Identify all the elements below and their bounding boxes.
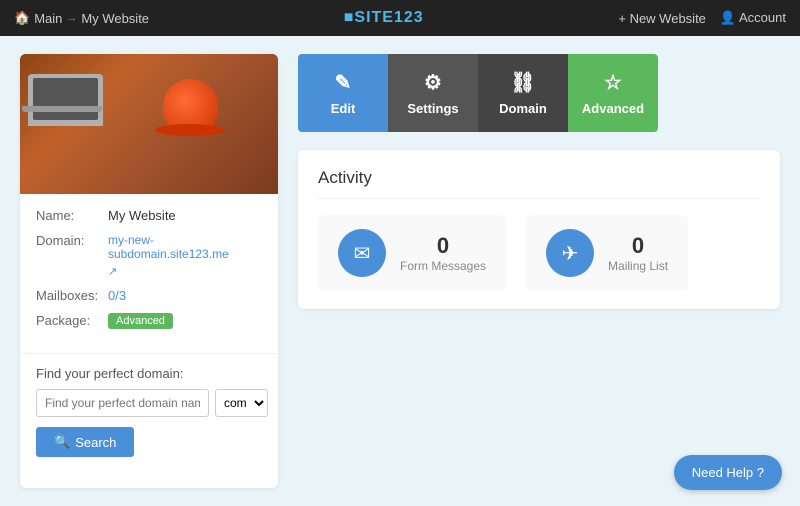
settings-label: Settings (407, 101, 458, 116)
help-button[interactable]: Need Help ? (674, 455, 782, 490)
name-value: My Website (108, 208, 176, 223)
edit-icon: ✎ (335, 70, 352, 95)
domain-icon: ⛓ (510, 70, 535, 95)
mailing-list-icon: ✈ (546, 229, 594, 277)
domain-label: Domain (499, 101, 547, 116)
form-messages-count: 0 (437, 233, 449, 259)
main-content: Name: My Website Domain: my-new-subdomai… (0, 36, 800, 506)
activity-title: Activity (318, 168, 760, 199)
logo-text: SITE123 (354, 9, 423, 26)
mailboxes-label: Mailboxes: (36, 288, 108, 303)
name-row: Name: My Website (36, 208, 262, 223)
domain-search-button[interactable]: 🔍 Search (36, 427, 134, 457)
laptop-shape (28, 74, 103, 126)
domain-button[interactable]: ⛓ Domain (478, 54, 568, 132)
activity-section: Activity ✉ 0 Form Messages ✈ 0 Mailing L… (298, 150, 780, 309)
account-link[interactable]: 👤 Account (720, 10, 786, 26)
account-label: Account (739, 10, 786, 25)
nav-left: 🏠 Main → My Website (14, 10, 149, 26)
domain-search-input[interactable] (36, 389, 209, 417)
search-button-label: Search (75, 435, 116, 450)
mailboxes-row: Mailboxes: 0/3 (36, 288, 262, 303)
advanced-label: Advanced (582, 101, 644, 116)
mailing-list-count: 0 (632, 233, 644, 259)
edit-button[interactable]: ✎ Edit (298, 54, 388, 132)
form-messages-icon: ✉ (338, 229, 386, 277)
action-buttons: ✎ Edit ⚙ Settings ⛓ Domain ☆ Advanced (298, 54, 780, 132)
domain-link[interactable]: my-new-subdomain.site123.me ↗ (108, 233, 262, 278)
package-row: Package: Advanced (36, 313, 262, 329)
edit-label: Edit (331, 101, 356, 116)
domain-row: Domain: my-new-subdomain.site123.me ↗ (36, 233, 262, 278)
package-badge: Advanced (108, 313, 173, 329)
mailing-list-card: ✈ 0 Mailing List (526, 215, 688, 291)
right-panel: ✎ Edit ⚙ Settings ⛓ Domain ☆ Advanced Ac… (298, 54, 780, 488)
mailing-list-info: 0 Mailing List (608, 233, 668, 273)
nav-main-link[interactable]: Main (34, 11, 62, 26)
activity-cards: ✉ 0 Form Messages ✈ 0 Mailing List (318, 215, 760, 291)
laptop-base (22, 106, 102, 112)
form-messages-info: 0 Form Messages (400, 233, 486, 273)
coffee-saucer (155, 124, 225, 136)
form-messages-card: ✉ 0 Form Messages (318, 215, 506, 291)
laptop-screen (33, 78, 98, 120)
domain-search-section: Find your perfect domain: com net org 🔍 … (20, 353, 278, 469)
new-website-link[interactable]: + New Website (618, 11, 706, 26)
domain-tld-select[interactable]: com net org (215, 389, 268, 417)
account-icon: 👤 (720, 10, 736, 25)
form-messages-label: Form Messages (400, 259, 486, 273)
domain-search-label: Find your perfect domain: (36, 366, 262, 381)
name-label: Name: (36, 208, 108, 223)
logo-icon: ■ (344, 9, 355, 26)
left-panel: Name: My Website Domain: my-new-subdomai… (20, 54, 278, 488)
thumbnail-bg (20, 54, 278, 194)
domain-search-row: com net org (36, 389, 262, 417)
site-thumbnail (20, 54, 278, 194)
mailboxes-value[interactable]: 0/3 (108, 288, 126, 303)
settings-button[interactable]: ⚙ Settings (388, 54, 478, 132)
site-info: Name: My Website Domain: my-new-subdomai… (20, 194, 278, 353)
top-nav: 🏠 Main → My Website ■SITE123 + New Websi… (0, 0, 800, 36)
nav-mywebsite-link[interactable]: My Website (81, 11, 149, 26)
nav-arrow-1: → (66, 12, 77, 24)
mailing-list-label: Mailing List (608, 259, 668, 273)
home-icon: 🏠 (14, 10, 30, 26)
nav-right: + New Website 👤 Account (618, 10, 786, 26)
site-logo: ■SITE123 (344, 9, 424, 27)
external-link-icon: ↗ (108, 265, 117, 278)
settings-icon: ⚙ (424, 70, 442, 95)
advanced-button[interactable]: ☆ Advanced (568, 54, 658, 132)
domain-value: my-new-subdomain.site123.me (108, 233, 262, 261)
search-icon: 🔍 (54, 434, 70, 450)
domain-label: Domain: (36, 233, 108, 248)
package-label: Package: (36, 313, 108, 328)
advanced-icon: ☆ (604, 70, 622, 95)
